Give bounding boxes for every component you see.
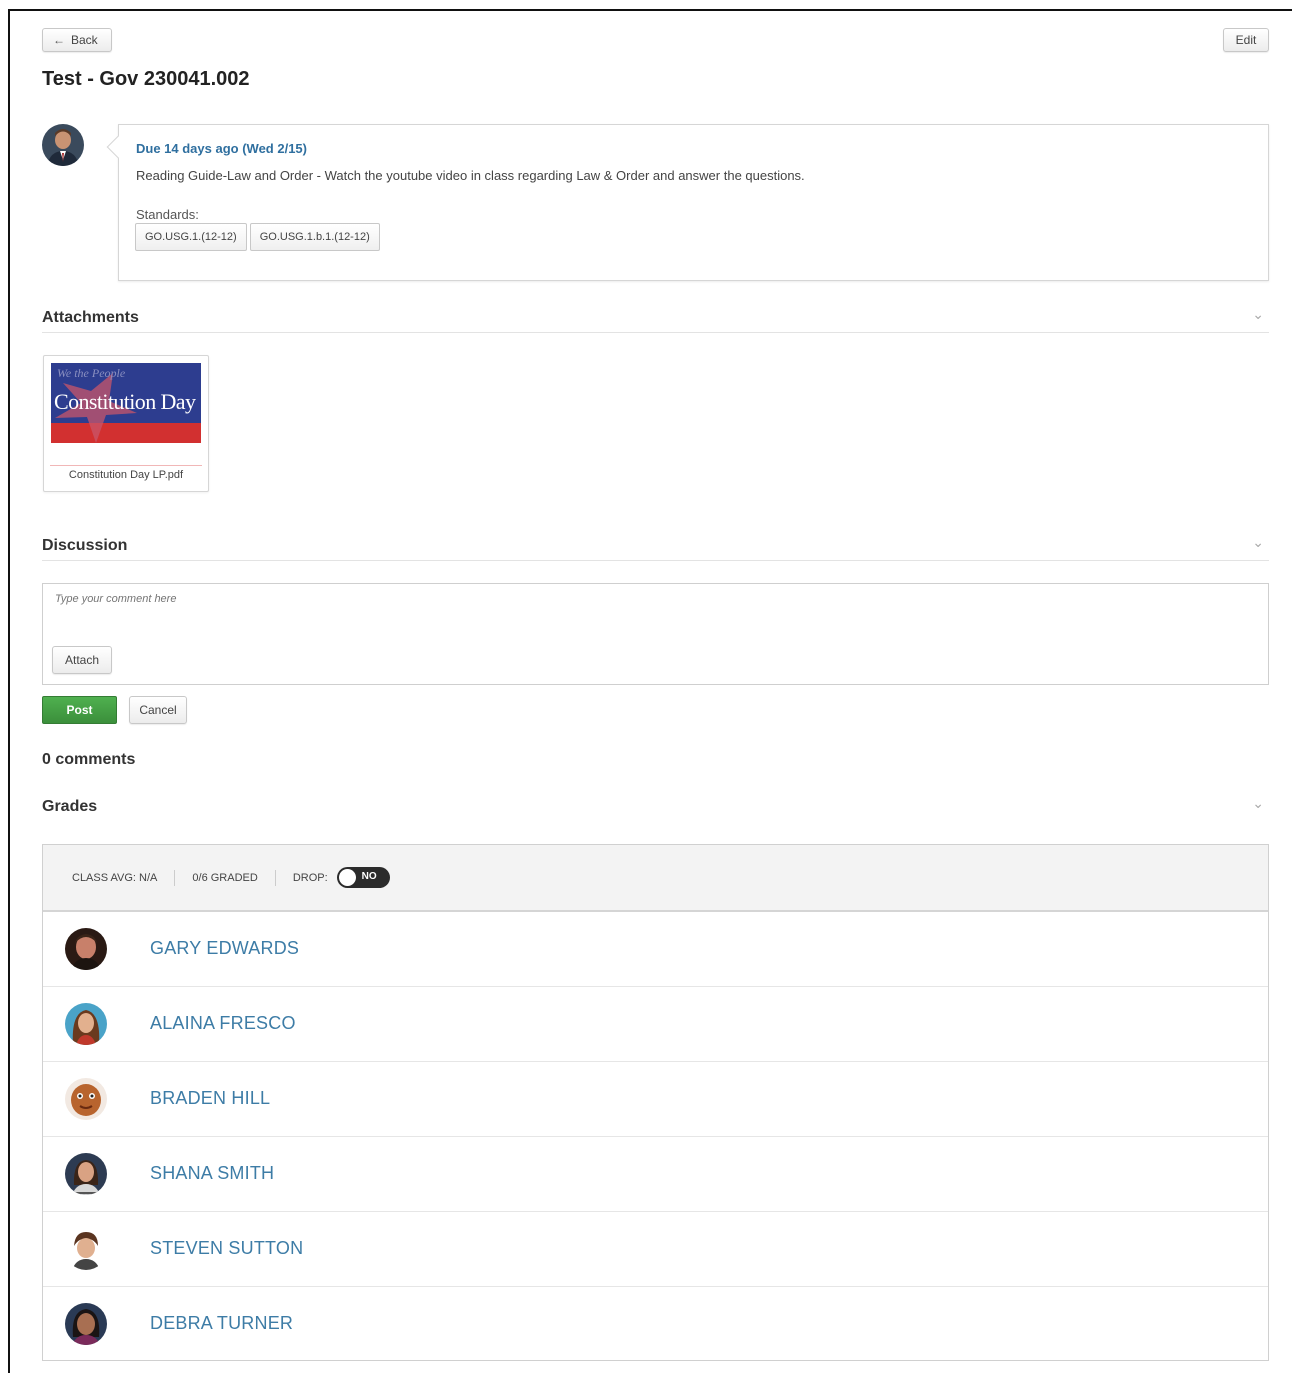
standards-tags: GO.USG.1.(12-12) GO.USG.1.b.1.(12-12) xyxy=(135,223,380,251)
page-title: Test - Gov 230041.002 xyxy=(42,68,250,90)
discussion-header[interactable]: Discussion ⌄ xyxy=(42,531,1269,561)
standard-tag[interactable]: GO.USG.1.b.1.(12-12) xyxy=(249,223,380,251)
pdf-thumbnail: We the People Constitution Day xyxy=(51,363,201,443)
student-row[interactable]: ALAINA FRESCO xyxy=(43,987,1268,1062)
edit-button[interactable]: Edit xyxy=(1223,28,1269,52)
student-row[interactable]: SHANA SMITH xyxy=(43,1137,1268,1212)
student-avatar xyxy=(65,1153,107,1195)
student-row[interactable]: DEBRA TURNER xyxy=(43,1287,1268,1362)
grades-header[interactable]: Grades ⌄ xyxy=(42,792,1269,822)
toggle-knob xyxy=(338,869,356,886)
toggle-value: NO xyxy=(361,871,377,882)
student-row[interactable]: GARY EDWARDS xyxy=(43,912,1268,987)
back-button[interactable]: ← Back xyxy=(42,28,112,52)
standard-tag[interactable]: GO.USG.1.(12-12) xyxy=(135,223,247,251)
chevron-down-icon[interactable]: ⌄ xyxy=(1252,534,1264,551)
thumb-title: Constitution Day xyxy=(54,389,196,414)
grades-heading: Grades xyxy=(42,798,98,815)
student-avatar xyxy=(65,1228,107,1270)
grades-summary-bar: CLASS AVG: N/A 0/6 GRADED DROP: NO xyxy=(43,845,1268,912)
student-row[interactable]: STEVEN SUTTON xyxy=(43,1212,1268,1287)
cancel-button[interactable]: Cancel xyxy=(129,696,187,724)
student-name-link[interactable]: ALAINA FRESCO xyxy=(150,1013,296,1034)
attachment-item[interactable]: We the People Constitution Day Constitut… xyxy=(43,355,209,492)
drop-toggle[interactable]: NO xyxy=(336,867,390,888)
chevron-down-icon[interactable]: ⌄ xyxy=(1252,306,1264,323)
discussion-heading: Discussion xyxy=(42,537,128,554)
post-button[interactable]: Post xyxy=(42,696,117,724)
student-name-link[interactable]: GARY EDWARDS xyxy=(150,938,299,959)
drop-label: DROP: xyxy=(292,871,328,884)
student-row[interactable]: BRADEN HILL xyxy=(43,1062,1268,1137)
assignment-description: Reading Guide-Law and Order - Watch the … xyxy=(136,168,805,183)
graded-count: 0/6 GRADED xyxy=(192,869,276,886)
standards-label: Standards: xyxy=(136,207,199,222)
chevron-down-icon[interactable]: ⌄ xyxy=(1252,795,1264,812)
student-avatar xyxy=(65,1078,107,1120)
assignment-card: Due 14 days ago (Wed 2/15) Reading Guide… xyxy=(106,124,1269,281)
comment-box: Attach xyxy=(42,583,1269,685)
student-avatar xyxy=(65,928,107,970)
student-avatar xyxy=(65,1303,107,1345)
left-arrow-icon: ← xyxy=(53,33,65,47)
thumb-small-text: We the People xyxy=(57,366,126,380)
attachments-heading: Attachments xyxy=(42,309,139,326)
attachment-filename: Constitution Day LP.pdf xyxy=(50,465,202,481)
comments-count: 0 comments xyxy=(42,751,136,768)
attach-button[interactable]: Attach xyxy=(52,646,112,674)
drop-control: DROP: NO xyxy=(293,867,390,888)
comment-input[interactable] xyxy=(53,592,1253,606)
due-date: Due 14 days ago (Wed 2/15) xyxy=(136,141,307,156)
teacher-avatar xyxy=(42,124,84,166)
student-name-link[interactable]: SHANA SMITH xyxy=(150,1163,274,1184)
student-avatar xyxy=(65,1003,107,1045)
grades-panel: CLASS AVG: N/A 0/6 GRADED DROP: NO GARY … xyxy=(42,844,1269,1361)
class-average: CLASS AVG: N/A xyxy=(72,869,176,886)
back-label: Back xyxy=(71,33,98,47)
student-name-link[interactable]: STEVEN SUTTON xyxy=(150,1238,303,1259)
student-name-link[interactable]: BRADEN HILL xyxy=(150,1088,270,1109)
attachments-header[interactable]: Attachments ⌄ xyxy=(42,303,1269,333)
student-name-link[interactable]: DEBRA TURNER xyxy=(150,1313,293,1334)
